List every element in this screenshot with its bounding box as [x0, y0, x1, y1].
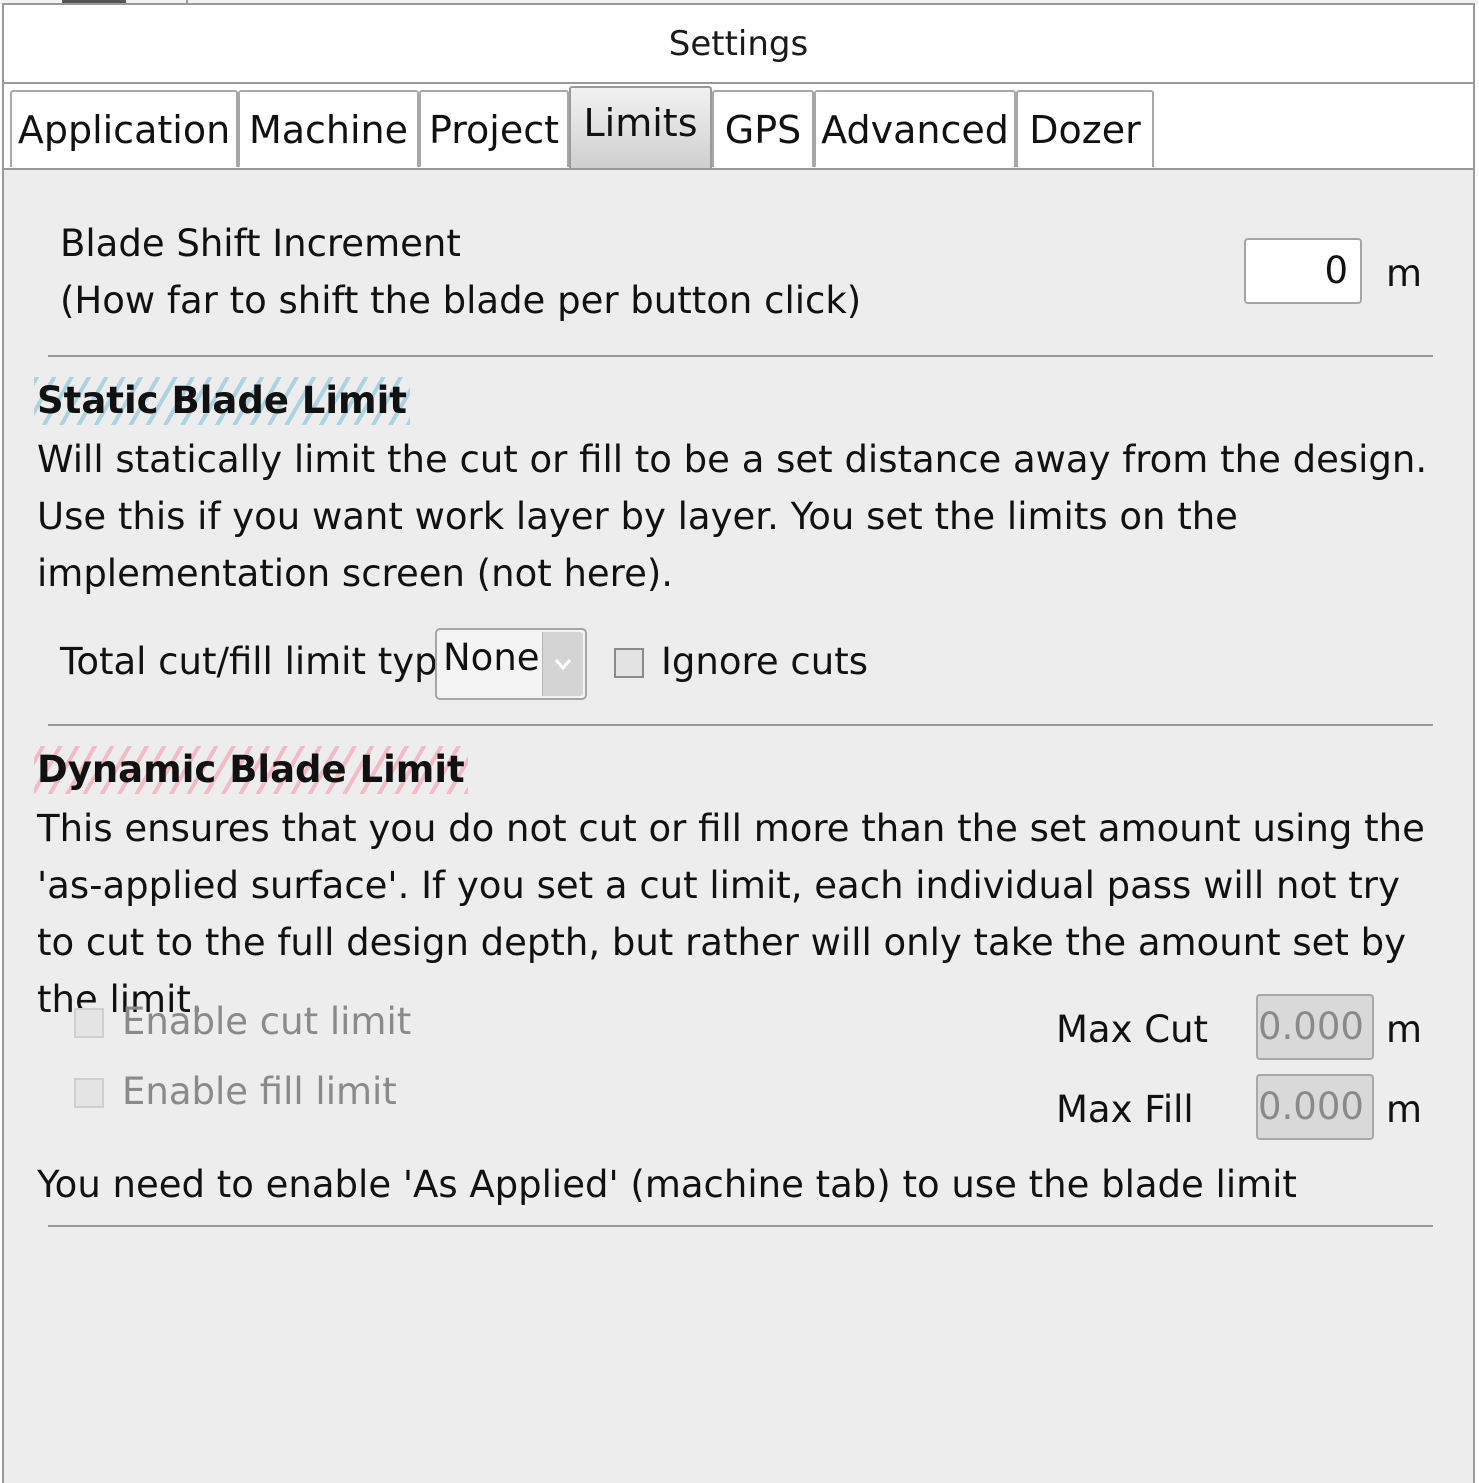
tab-dozer[interactable]: Dozer	[1016, 90, 1154, 167]
enable-fill-limit-label: Enable fill limit	[122, 1070, 397, 1113]
separator	[48, 355, 1433, 357]
window-title: Settings	[4, 5, 1473, 84]
max-cut-label: Max Cut	[1056, 1008, 1209, 1051]
tab-gps[interactable]: GPS	[712, 90, 814, 167]
tab-project[interactable]: Project	[419, 90, 569, 167]
limit-type-value: None	[443, 636, 540, 679]
static-limit-heading: Static Blade Limit	[34, 377, 410, 425]
tab-advanced[interactable]: Advanced	[814, 90, 1016, 167]
blade-shift-description: (How far to shift the blade per button c…	[60, 279, 862, 322]
max-cut-unit: m	[1386, 1008, 1423, 1051]
max-fill-label: Max Fill	[1056, 1088, 1194, 1131]
static-limit-description: Will statically limit the cut or fill to…	[37, 438, 1428, 595]
limits-panel: Blade Shift Increment (How far to shift …	[4, 170, 1473, 1483]
tab-application[interactable]: Application	[10, 90, 238, 167]
settings-window: Settings Application Machine Project Lim…	[2, 3, 1475, 1483]
blade-shift-title: Blade Shift Increment	[60, 222, 461, 265]
separator	[48, 724, 1433, 726]
dynamic-limit-description: This ensures that you do not cut or fill…	[37, 807, 1425, 1021]
max-fill-unit: m	[1386, 1088, 1423, 1131]
ignore-cuts-checkbox[interactable]	[614, 648, 644, 678]
tab-limits[interactable]: Limits	[569, 86, 712, 168]
limit-type-label: Total cut/fill limit type	[60, 640, 461, 683]
limit-type-dropdown[interactable]: None	[435, 628, 587, 700]
tab-machine[interactable]: Machine	[238, 90, 419, 167]
ignore-cuts-label: Ignore cuts	[661, 640, 868, 683]
dynamic-limit-heading: Dynamic Blade Limit	[34, 746, 468, 794]
enable-fill-limit-checkbox[interactable]	[74, 1078, 104, 1108]
chevron-down-icon[interactable]	[542, 632, 583, 696]
separator	[48, 1225, 1433, 1227]
max-cut-input[interactable]: 0.000	[1256, 994, 1374, 1060]
max-fill-input[interactable]: 0.000	[1256, 1074, 1374, 1140]
as-applied-note: You need to enable 'As Applied' (machine…	[37, 1163, 1297, 1206]
blade-shift-input[interactable]: 0	[1244, 238, 1362, 304]
enable-cut-limit-label: Enable cut limit	[122, 1000, 412, 1043]
enable-cut-limit-checkbox[interactable]	[74, 1008, 104, 1038]
blade-shift-unit: m	[1386, 252, 1423, 295]
tab-bar: Application Machine Project Limits GPS A…	[4, 84, 1473, 170]
